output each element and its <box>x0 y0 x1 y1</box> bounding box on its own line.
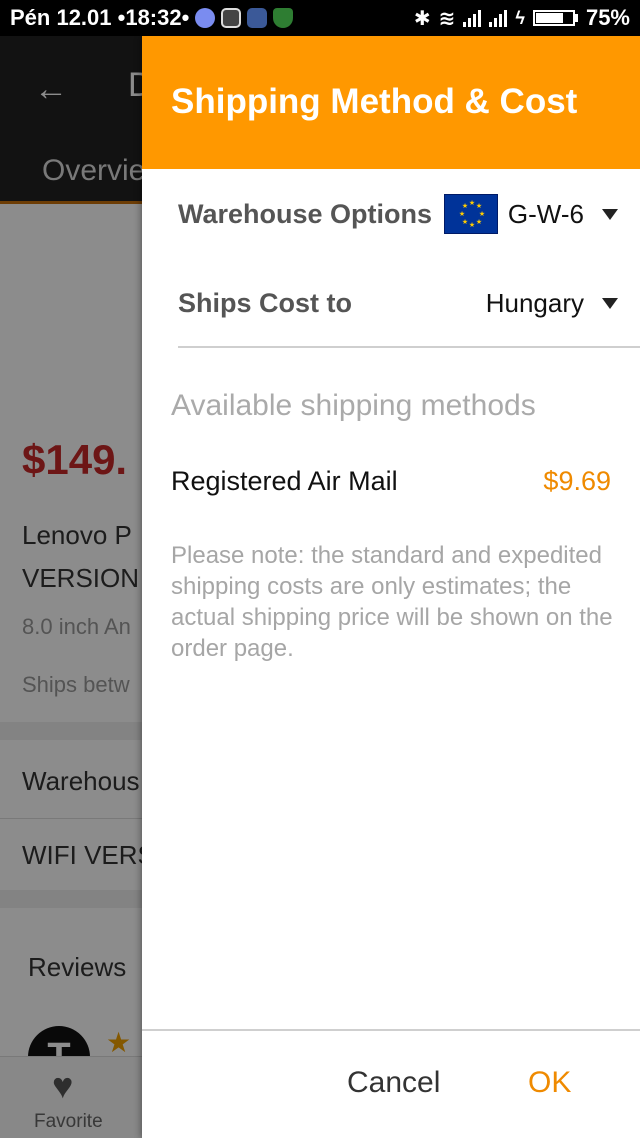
status-time: Pén 12.01 •18:32• <box>10 5 190 30</box>
method-price: $9.69 <box>543 466 611 496</box>
ships-cost-label: Ships Cost to <box>178 287 352 318</box>
shield-icon <box>273 8 294 28</box>
messenger-icon <box>195 8 216 28</box>
shipping-method-item[interactable]: Registered Air Mail $9.69 <box>171 466 611 497</box>
dropdown-arrow-icon <box>602 208 618 220</box>
shipping-dialog: Shipping Method & Cost Warehouse Options… <box>142 36 640 1138</box>
dropdown-arrow-icon <box>602 297 618 309</box>
dialog-header: Shipping Method & Cost <box>142 36 640 169</box>
status-bar: Pén 12.01 •18:32• ✱ ≋ ϟ 75% <box>0 0 640 36</box>
warehouse-value: G-W-6 <box>507 198 584 229</box>
bluetooth-icon: ✱ <box>413 7 431 30</box>
country-dropdown[interactable]: Hungary <box>486 288 618 319</box>
cancel-button[interactable]: Cancel <box>347 1066 440 1100</box>
facebook-icon <box>247 8 268 28</box>
warehouse-dropdown[interactable]: ★ ★ ★ ★ ★ ★ ★ ★ G-W-6 <box>443 194 618 234</box>
lastpass-icon <box>221 8 242 28</box>
ships-cost-row: Ships Cost to Hungary <box>178 278 618 328</box>
signal-icon <box>463 9 482 27</box>
available-methods-heading: Available shipping methods <box>171 389 536 422</box>
warehouse-options-label: Warehouse Options <box>178 198 433 229</box>
footer-divider <box>142 1029 640 1031</box>
shipping-note: Please note: the standard and expedited … <box>171 542 613 662</box>
section-divider <box>178 346 640 348</box>
battery-icon <box>532 10 578 26</box>
warehouse-options-row: Warehouse Options ★ ★ ★ ★ ★ ★ ★ ★ G-W-6 <box>178 189 618 239</box>
battery-percent: 75% <box>585 5 630 30</box>
method-name: Registered Air Mail <box>171 466 398 496</box>
eu-flag-icon: ★ ★ ★ ★ ★ ★ ★ ★ <box>443 194 498 234</box>
charging-icon: ϟ <box>515 7 525 28</box>
country-value: Hungary <box>485 287 584 318</box>
dialog-title: Shipping Method & Cost <box>171 82 578 121</box>
wifi-icon: ≋ <box>438 7 456 30</box>
ok-button[interactable]: OK <box>528 1066 571 1100</box>
signal-icon <box>489 9 508 27</box>
